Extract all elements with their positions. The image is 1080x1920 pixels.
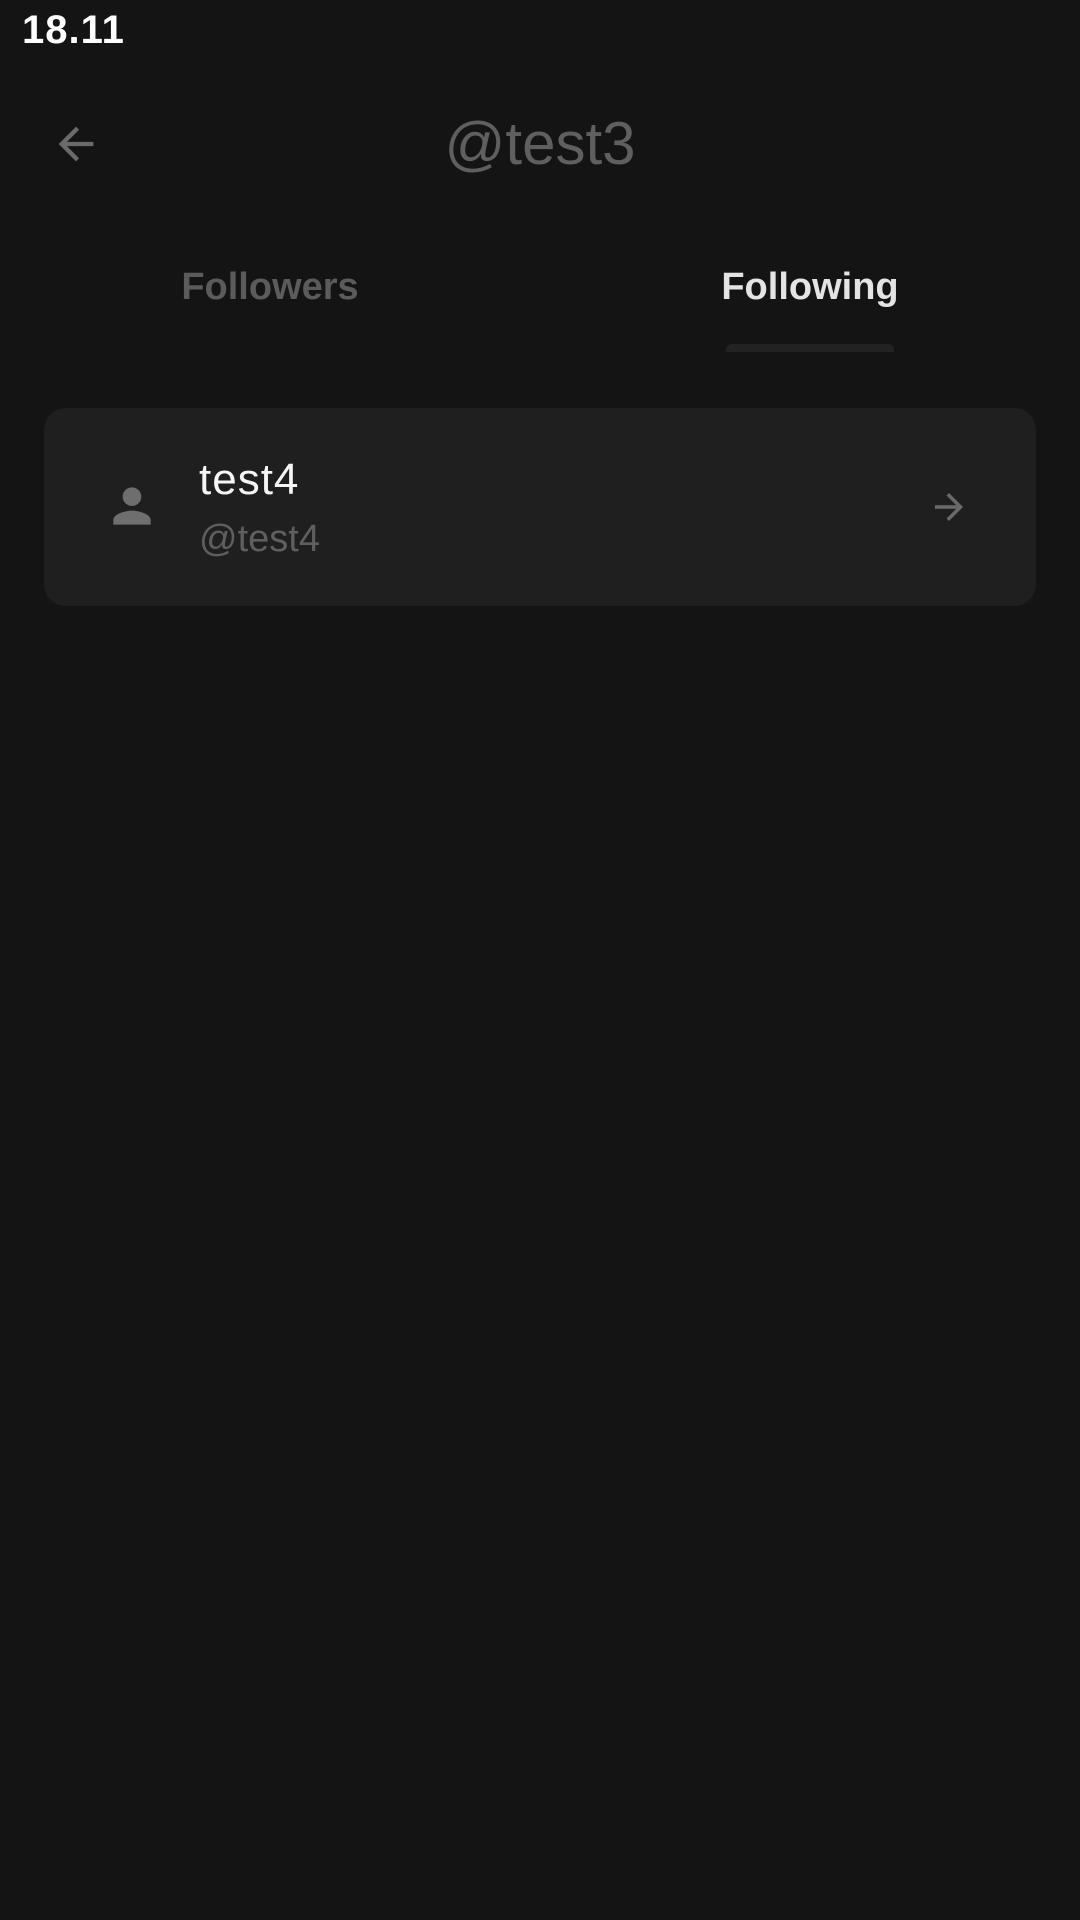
user-handle: @test4 bbox=[199, 518, 320, 560]
tab-bar: Followers Following bbox=[0, 240, 1080, 352]
tab-following[interactable]: Following bbox=[540, 240, 1080, 352]
tab-following-label: Following bbox=[721, 266, 899, 308]
person-icon bbox=[113, 487, 151, 525]
status-time: 18.11 bbox=[22, 8, 125, 52]
arrow-right-icon bbox=[935, 493, 963, 521]
status-bar: 18.11 bbox=[0, 0, 1080, 64]
tab-followers[interactable]: Followers bbox=[0, 240, 540, 352]
following-list: test4 @test4 bbox=[44, 408, 1036, 606]
app-bar: @test3 bbox=[0, 80, 1080, 204]
tab-followers-label: Followers bbox=[181, 266, 359, 308]
user-name: test4 bbox=[199, 455, 300, 504]
tab-selected-indicator bbox=[726, 344, 894, 352]
arrow-right-icon[interactable] bbox=[924, 482, 974, 532]
list-item[interactable]: test4 @test4 bbox=[44, 408, 1036, 606]
page-title: @test3 bbox=[444, 110, 636, 177]
avatar bbox=[96, 470, 168, 542]
